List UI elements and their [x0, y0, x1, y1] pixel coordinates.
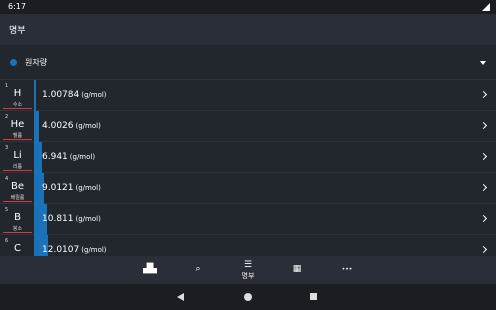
bar-chart-icon: ▟▙	[143, 264, 157, 274]
sort-dropdown[interactable]: 원자량	[0, 45, 496, 80]
category-line	[3, 232, 32, 233]
element-tile: 1 H 수소	[3, 82, 32, 109]
element-name: 붕소	[12, 226, 23, 232]
nav-chart[interactable]: ▟▙	[130, 256, 170, 284]
chevron-right-icon[interactable]	[479, 183, 488, 192]
chevron-right-icon[interactable]	[479, 121, 488, 130]
atomic-weight-unit: (g/mol)	[75, 215, 101, 223]
bottom-navigation: ▟▙ ⌕ ☰ 명부 ▦ •••	[0, 256, 496, 284]
chevron-right-icon[interactable]	[479, 90, 488, 99]
list-item[interactable]: 4 Be 베릴륨 9.0121 (g/mol)	[0, 173, 496, 204]
element-list: 1 H 수소 1.00784 (g/mol) 2 He 헬륨 4.0026 (g/m…	[0, 80, 496, 256]
nav-search[interactable]: ⌕	[178, 256, 218, 284]
chevron-right-icon[interactable]	[479, 214, 488, 223]
atomic-weight-unit: (g/mol)	[81, 246, 107, 254]
element-tile: 4 Be 베릴륨	[3, 175, 32, 202]
value-bar	[34, 111, 39, 142]
atomic-weight: 4.0026 (g/mol)	[42, 121, 101, 131]
chevron-right-icon[interactable]	[479, 152, 488, 161]
list-item[interactable]: 5 B 붕소 10.811 (g/mol)	[0, 204, 496, 235]
element-symbol: B	[14, 212, 21, 223]
list-item[interactable]: 6 C 탄소 12.0107(g/mol)	[0, 235, 496, 256]
sort-indicator-dot	[10, 59, 17, 66]
chevron-right-icon[interactable]	[479, 245, 488, 254]
atomic-weight-value: 12.0107	[42, 245, 80, 255]
dropdown-caret-icon[interactable]	[480, 61, 486, 65]
signal-icon	[482, 3, 490, 11]
element-name: 헬륨	[12, 133, 23, 139]
atomic-weight: 9.0121 (g/mol)	[42, 183, 101, 193]
back-icon[interactable]	[177, 293, 184, 301]
element-symbol: Be	[10, 181, 24, 192]
element-name: 수소	[12, 102, 23, 108]
value-bar	[34, 80, 36, 111]
atomic-weight: 10.811 (g/mol)	[42, 214, 101, 224]
element-symbol: Li	[13, 150, 22, 161]
atomic-weight-value: 10.811	[42, 214, 74, 224]
system-navigation-bar	[0, 284, 496, 310]
list-icon: ☰	[243, 260, 253, 270]
atomic-weight: 12.0107 (g/mol)	[42, 245, 107, 255]
status-bar: 6:17	[0, 0, 496, 14]
element-tile: 2 He 헬륨	[3, 113, 32, 140]
status-time: 6:17	[8, 2, 26, 11]
atomic-weight-value: 6.941	[42, 152, 68, 162]
atomic-weight-unit: (g/mol)	[69, 153, 96, 161]
nav-more[interactable]: •••	[327, 256, 367, 284]
atomic-weight-value: 9.0121	[42, 183, 74, 193]
atomic-weight-value: 1.00784	[42, 90, 80, 100]
element-symbol: H	[13, 88, 22, 99]
list-item[interactable]: 1 H 수소 1.00784 (g/mol)	[0, 80, 496, 111]
atomic-weight-unit: (g/mol)	[75, 184, 101, 192]
nav-list-label: 명부	[241, 272, 255, 280]
list-item[interactable]: 3 Li 리튬 6.941 (g/mol)	[0, 142, 496, 173]
category-line	[3, 108, 32, 109]
element-name: 베릴륨	[10, 195, 25, 201]
recents-icon[interactable]	[310, 293, 317, 300]
element-symbol: C	[14, 243, 21, 254]
value-bar	[34, 142, 42, 173]
more-icon: •••	[341, 266, 353, 273]
atomic-weight: 1.00784 (g/mol)	[42, 90, 107, 100]
category-line	[3, 139, 32, 140]
element-name: 리튬	[12, 164, 23, 170]
list-item[interactable]: 2 He 헬륨 4.0026 (g/mol)	[0, 111, 496, 142]
element-symbol: He	[10, 119, 25, 130]
nav-list[interactable]: ☰ 명부	[228, 256, 268, 284]
category-line	[3, 170, 32, 171]
atomic-weight: 6.941 (g/mol)	[42, 152, 95, 162]
atomic-weight-value: 4.0026	[42, 121, 74, 131]
element-tile: 5 B 붕소	[3, 206, 32, 233]
category-line	[3, 201, 32, 202]
atomic-weight-unit: (g/mol)	[81, 91, 107, 99]
nav-table[interactable]: ▦	[277, 256, 317, 284]
element-tile: 3 Li 리튬	[3, 144, 32, 171]
element-tile: 6 C 탄소	[3, 237, 32, 256]
home-icon[interactable]	[244, 293, 252, 301]
app-bar: 명부	[0, 14, 496, 45]
sort-label: 원자량	[25, 58, 48, 67]
page-title: 명부	[9, 26, 26, 36]
atomic-weight-unit: (g/mol)	[75, 122, 101, 130]
search-icon: ⌕	[195, 264, 201, 274]
table-icon: ▦	[292, 264, 302, 274]
